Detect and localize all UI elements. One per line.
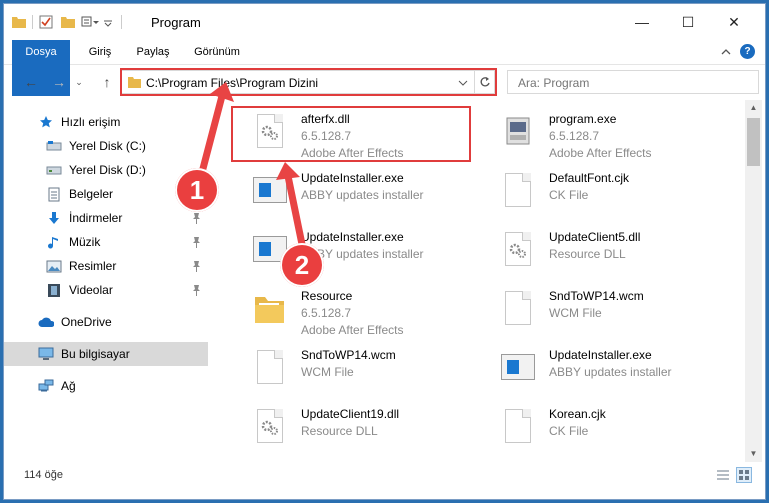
step-badge-1: 1: [175, 168, 219, 212]
annotation-arrows: [196, 82, 308, 258]
step-badge-2: 2: [280, 243, 324, 287]
explorer-window: Program — ☐ ✕ Dosya Giriş Paylaş Görünüm…: [3, 3, 766, 500]
